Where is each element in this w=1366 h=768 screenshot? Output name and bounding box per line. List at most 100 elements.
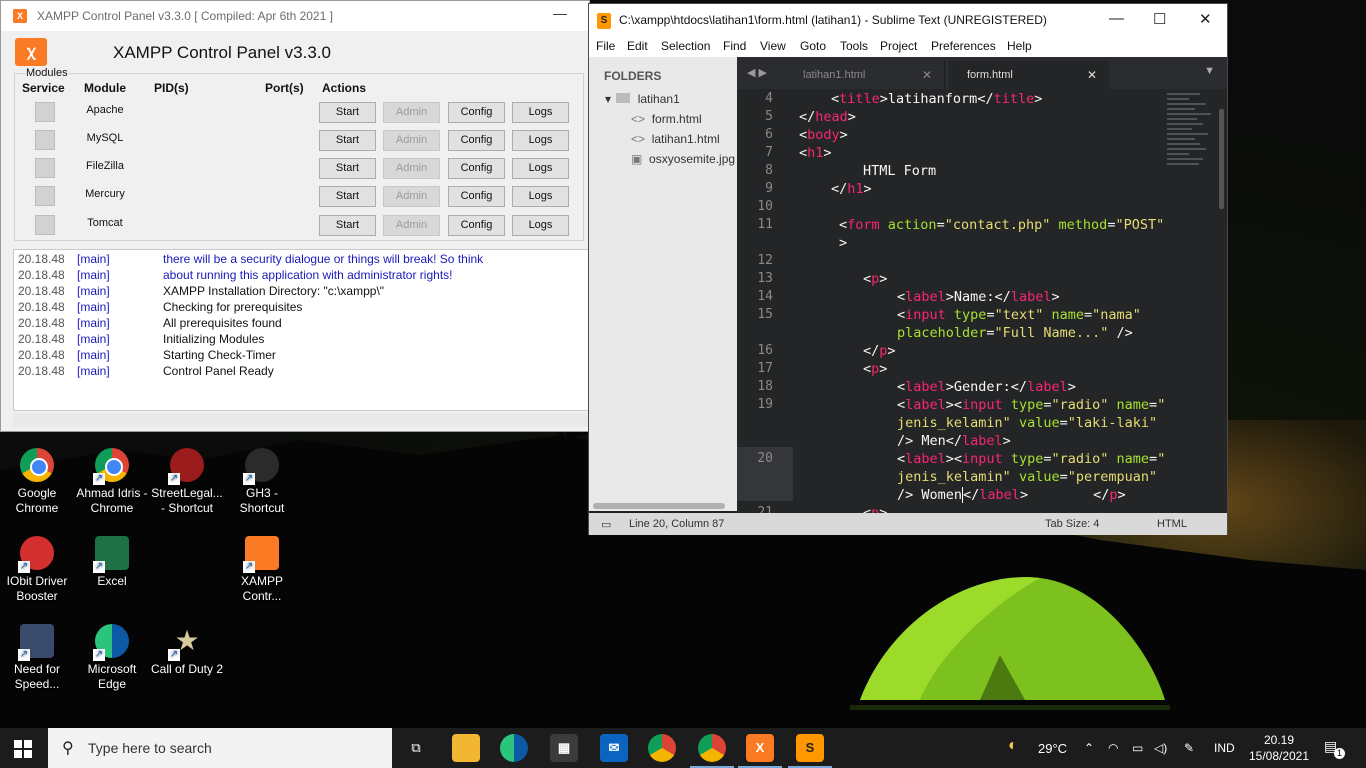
config-button[interactable]: Config [448,158,505,179]
folder-item[interactable]: ▾ latihan1 [605,92,680,106]
close-icon[interactable]: ✕ [1087,68,1097,82]
config-button[interactable]: Config [448,130,505,151]
tab-size[interactable]: Tab Size: 4 [1045,518,1099,530]
code-editor[interactable]: 4 5 6 7 8 9 10 11 12 13 14 15 16 17 18 19 20 21 <title>la… [737,89,1227,513]
menu-edit[interactable]: Edit [627,39,648,53]
wifi-icon[interactable]: ◠ [1108,741,1118,755]
service-checkbox[interactable] [35,130,55,150]
logs-button[interactable]: Logs [512,215,569,236]
syntax-mode[interactable]: HTML [1157,518,1187,530]
taskbar-search[interactable]: ⚲ Type here to search [48,728,392,768]
log-time: 20.18.48 [18,364,65,378]
weather-temp[interactable]: 29°C [1038,741,1067,756]
menu-goto[interactable]: Goto [800,39,826,53]
sublime-titlebar[interactable]: S C:\xampp\htdocs\latihan1\form.html (la… [589,4,1227,37]
logs-button[interactable]: Logs [512,186,569,207]
xampp-taskbar-icon[interactable]: X [746,734,774,762]
desktop-icon-ahmad-chrome[interactable]: Ahmad Idris - Chrome [75,448,149,516]
file-item[interactable]: <> form.html [631,112,702,126]
service-checkbox[interactable] [35,186,55,206]
service-checkbox[interactable] [35,102,55,122]
line-number: 20 [757,451,773,466]
volume-icon[interactable]: ◁) [1154,741,1167,755]
config-button[interactable]: Config [448,102,505,123]
pen-icon[interactable]: ✎ [1184,741,1194,755]
weather-icon[interactable]: ◐ [1008,737,1018,755]
battery-icon[interactable]: ▭ [1132,741,1143,755]
panel-toggle-icon[interactable]: ▭ [601,518,611,531]
clock[interactable]: 20.19 15/08/2021 [1246,732,1312,764]
admin-button: Admin [383,158,440,179]
logs-button[interactable]: Logs [512,102,569,123]
windows-start-icon[interactable] [14,740,32,758]
start-button[interactable]: Start [319,186,376,207]
logs-button[interactable]: Logs [512,130,569,151]
tab-latihan1[interactable]: latihan1.html ✕ [785,61,945,89]
service-checkbox[interactable] [35,215,55,235]
desktop-icon-driver-booster[interactable]: IObit Driver Booster [0,536,74,604]
edge-taskbar-icon[interactable] [500,734,528,762]
tab-form[interactable]: form.html ✕ [949,61,1109,89]
menu-bar: File Edit Selection Find View Goto Tools… [589,37,1227,57]
sublime-window: S C:\xampp\htdocs\latihan1\form.html (la… [588,3,1228,535]
modules-caption: Modules [25,67,69,79]
chrome-profile-taskbar-icon[interactable] [698,734,726,762]
menu-project[interactable]: Project [880,39,917,53]
desktop-icon-xampp[interactable]: XAMPP Contr... [225,536,299,604]
log-horizontal-scrollbar[interactable] [13,413,589,427]
menu-selection[interactable]: Selection [661,39,710,53]
xampp-logo[interactable]: ꭓ [15,38,47,66]
sublime-taskbar-icon[interactable]: S [796,734,824,762]
start-button[interactable]: Start [319,102,376,123]
desktop-icon-cod2[interactable]: ★ Call of Duty 2 [150,624,224,677]
desktop-icon-excel[interactable]: Excel [75,536,149,589]
close-icon[interactable]: ✕ [1199,10,1212,28]
file-explorer-icon[interactable] [452,734,480,762]
menu-view[interactable]: View [760,39,786,53]
start-button[interactable]: Start [319,158,376,179]
start-button[interactable]: Start [319,215,376,236]
desktop-icon-gh3[interactable]: GH3 - Shortcut [225,448,299,516]
menu-help[interactable]: Help [1007,39,1032,53]
module-row-apache: Apache Start Admin Config Logs [1,99,591,127]
file-item[interactable]: <> latihan1.html [631,132,720,146]
menu-file[interactable]: File [596,39,615,53]
maximize-icon[interactable]: ☐ [1153,10,1166,28]
config-button[interactable]: Config [448,186,505,207]
start-button[interactable]: Start [319,130,376,151]
minimize-icon[interactable]: — [553,5,567,21]
module-name: MySQL [86,132,124,144]
minimize-icon[interactable]: — [1109,10,1124,27]
desktop-icon-streetlegal[interactable]: StreetLegal... - Shortcut [150,448,224,516]
tab-dropdown-icon[interactable]: ▼ [1204,65,1215,77]
menu-find[interactable]: Find [723,39,746,53]
logs-button[interactable]: Logs [512,158,569,179]
log-panel[interactable]: 20.18.48 [main] there will be a security d… [13,249,589,411]
log-time: 20.18.48 [18,252,65,266]
task-view-icon[interactable]: ⧉ [402,734,430,762]
file-item[interactable]: ▣ osxyosemite.jpg [631,152,735,166]
desktop-icon-google-chrome[interactable]: Google Chrome [0,448,74,516]
desktop-icon-nfs[interactable]: Need for Speed... [0,624,74,692]
menu-preferences[interactable]: Preferences [931,39,996,53]
line-number: 6 [765,127,773,142]
code-line: </head> [799,109,856,125]
mail-icon[interactable]: ✉ [600,734,628,762]
tab-nav-arrows-icon[interactable]: ◀ ▶ [747,66,767,79]
chrome-taskbar-icon[interactable] [648,734,676,762]
tab-label: form.html [967,69,1013,81]
close-icon[interactable]: ✕ [922,68,932,82]
menu-tools[interactable]: Tools [840,39,868,53]
service-checkbox[interactable] [35,158,55,178]
config-button[interactable]: Config [448,215,505,236]
desktop-icon-edge[interactable]: Microsoft Edge [75,624,149,692]
sidebar-scrollbar[interactable] [593,503,725,509]
language-indicator[interactable]: IND [1214,741,1235,755]
code-line: <body> [799,127,848,143]
chevron-up-icon[interactable]: ⌃ [1084,741,1094,755]
minimap[interactable] [1167,93,1222,243]
store-icon[interactable]: ▦ [550,734,578,762]
xampp-icon [243,536,279,573]
xampp-titlebar[interactable]: X XAMPP Control Panel v3.3.0 [ Compiled:… [1,1,589,31]
editor-scrollbar[interactable] [1219,109,1224,209]
